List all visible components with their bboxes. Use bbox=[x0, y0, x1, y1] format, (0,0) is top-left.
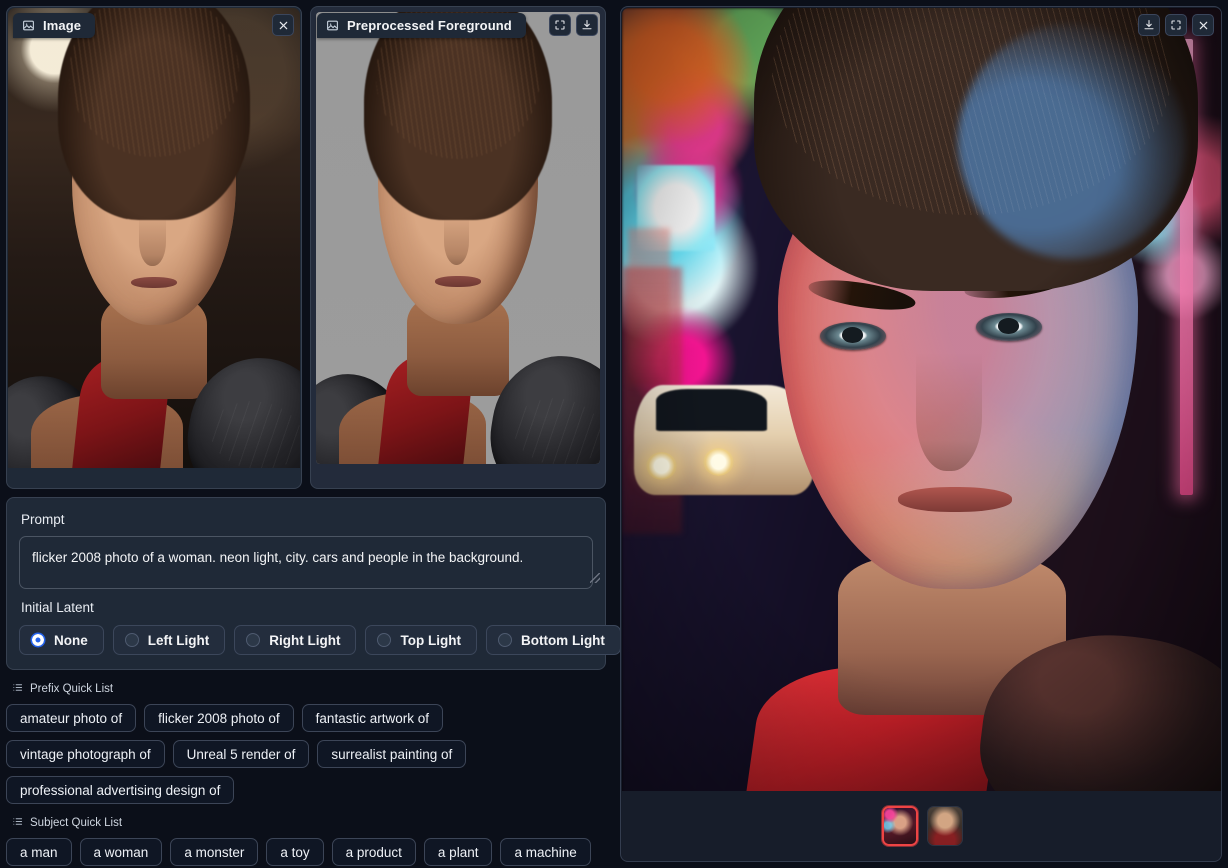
left-column: Image Preprocessed Foreground Prompt fli… bbox=[0, 0, 621, 868]
subject-chip-group: a man a woman a monster a toy a product … bbox=[6, 838, 606, 866]
result-tools bbox=[1138, 14, 1214, 36]
prompt-settings-card: Prompt flicker 2008 photo of a woman. ne… bbox=[6, 497, 621, 670]
input-image-tools bbox=[272, 14, 294, 36]
subject-chip[interactable]: a product bbox=[331, 838, 416, 866]
list-icon bbox=[12, 682, 23, 696]
radio-indicator bbox=[124, 633, 139, 647]
input-image-tab-label: Image bbox=[43, 18, 82, 33]
input-photo bbox=[8, 8, 300, 468]
result-thumbnail-strip bbox=[622, 791, 1221, 860]
list-icon bbox=[12, 816, 23, 830]
preprocessed-image-canvas[interactable] bbox=[316, 12, 600, 464]
result-gallery-panel[interactable] bbox=[620, 6, 1222, 862]
radio-indicator bbox=[246, 633, 261, 647]
subject-quick-list-header: Subject Quick List bbox=[12, 816, 606, 830]
radio-none[interactable]: None bbox=[19, 625, 104, 655]
download-icon[interactable] bbox=[576, 14, 598, 36]
radio-indicator bbox=[31, 633, 45, 647]
download-icon[interactable] bbox=[1138, 14, 1160, 36]
fullscreen-icon[interactable] bbox=[1165, 14, 1187, 36]
subject-chip[interactable]: a machine bbox=[500, 838, 591, 866]
radio-label: Left Light bbox=[147, 632, 210, 648]
input-image-tab: Image bbox=[13, 13, 96, 38]
preprocessed-tools bbox=[549, 14, 598, 36]
radio-indicator bbox=[497, 633, 512, 647]
radio-top-light[interactable]: Top Light bbox=[365, 625, 477, 655]
radio-bottom-light[interactable]: Bottom Light bbox=[485, 625, 621, 655]
preprocessed-photo bbox=[316, 12, 600, 464]
image-icon bbox=[326, 19, 339, 32]
input-image-panel[interactable]: Image bbox=[6, 6, 302, 489]
subject-chip[interactable]: a plant bbox=[423, 838, 493, 866]
preprocessed-foreground-panel[interactable]: Preprocessed Foreground bbox=[310, 6, 606, 489]
prefix-chip[interactable]: amateur photo of bbox=[6, 704, 137, 732]
subject-chip[interactable]: a man bbox=[6, 838, 72, 866]
subject-quick-list-title: Subject Quick List bbox=[30, 817, 123, 829]
preprocessed-tab-label: Preprocessed Foreground bbox=[347, 18, 512, 33]
initial-latent-radio-group: None Left Light Right Light Top Light Bo… bbox=[19, 625, 621, 655]
subject-chip[interactable]: a woman bbox=[79, 838, 163, 866]
prefix-chip[interactable]: surrealist painting of bbox=[317, 740, 467, 768]
ic-light-app: Image Preprocessed Foreground Prompt fli… bbox=[0, 0, 1228, 868]
preprocessed-tab: Preprocessed Foreground bbox=[317, 13, 526, 38]
radio-label: Bottom Light bbox=[520, 632, 605, 648]
prefix-chip[interactable]: Unreal 5 render of bbox=[172, 740, 310, 768]
fullscreen-icon[interactable] bbox=[549, 14, 571, 36]
radio-label: Top Light bbox=[400, 632, 461, 648]
image-panels-row: Image Preprocessed Foreground bbox=[6, 6, 606, 489]
prefix-chip[interactable]: professional advertising design of bbox=[6, 776, 235, 804]
prompt-input[interactable]: flicker 2008 photo of a woman. neon ligh… bbox=[19, 536, 593, 589]
result-photo bbox=[622, 8, 1221, 793]
radio-indicator bbox=[377, 633, 392, 647]
radio-left-light[interactable]: Left Light bbox=[112, 625, 226, 655]
radio-label: None bbox=[54, 632, 88, 648]
result-image-canvas[interactable] bbox=[622, 8, 1221, 793]
gallery-thumbnail[interactable] bbox=[926, 805, 963, 846]
prompt-resize-handle[interactable] bbox=[590, 573, 600, 583]
prefix-chip[interactable]: vintage photograph of bbox=[6, 740, 165, 768]
prompt-label: Prompt bbox=[21, 512, 65, 527]
close-icon[interactable] bbox=[272, 14, 294, 36]
prefix-chip-group: amateur photo of flicker 2008 photo of f… bbox=[6, 704, 606, 804]
prefix-chip[interactable]: fantastic artwork of bbox=[301, 704, 443, 732]
prefix-quick-list: Prefix Quick List amateur photo of flick… bbox=[6, 682, 606, 804]
close-icon[interactable] bbox=[1192, 14, 1214, 36]
prefix-quick-list-header: Prefix Quick List bbox=[12, 682, 606, 696]
prefix-quick-list-title: Prefix Quick List bbox=[30, 683, 114, 695]
image-icon bbox=[22, 19, 35, 32]
subject-quick-list: Subject Quick List a man a woman a monst… bbox=[6, 816, 606, 866]
initial-latent-label: Initial Latent bbox=[21, 600, 94, 615]
prefix-chip[interactable]: flicker 2008 photo of bbox=[144, 704, 294, 732]
radio-right-light[interactable]: Right Light bbox=[234, 625, 357, 655]
subject-chip[interactable]: a monster bbox=[170, 838, 259, 866]
input-image-canvas[interactable] bbox=[8, 8, 300, 468]
radio-label: Right Light bbox=[269, 632, 341, 648]
gallery-thumbnail-selected[interactable] bbox=[881, 805, 918, 846]
subject-chip[interactable]: a toy bbox=[266, 838, 324, 866]
